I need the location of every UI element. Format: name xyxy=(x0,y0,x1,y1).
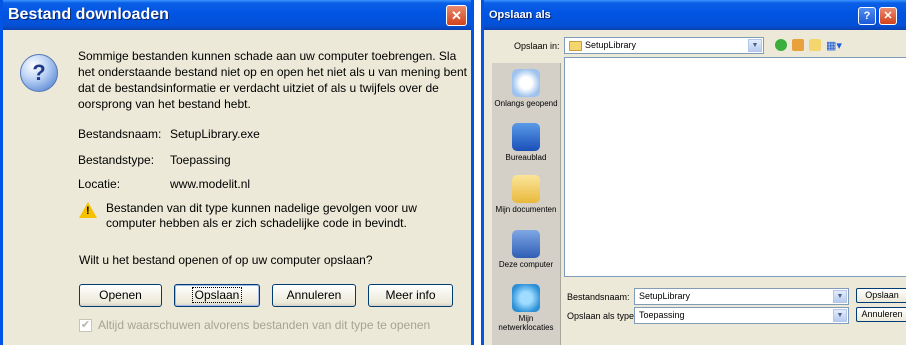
more-info-button[interactable]: Meer info xyxy=(368,284,453,307)
more-info-button-label: Meer info xyxy=(385,288,436,302)
place-desktop-label: Bureaublad xyxy=(505,153,547,162)
always-warn-checkbox[interactable]: ✔ xyxy=(79,319,92,332)
cancel-button[interactable]: Annuleren xyxy=(856,307,906,322)
place-recent[interactable]: Onlangs geopend xyxy=(492,69,560,108)
cancel-button-label: Annuleren xyxy=(286,288,342,302)
save-button-label: Opslaan xyxy=(191,287,243,303)
location-value: www.modelit.nl xyxy=(170,177,251,191)
filetype-label: Opslaan als type: xyxy=(567,311,637,321)
save-in-dropdown[interactable]: SetupLibrary ▼ xyxy=(564,37,764,54)
filetype-label: Bestandstype: xyxy=(78,153,155,167)
security-message: Sommige bestanden kunnen schade aan uw c… xyxy=(78,49,467,111)
network-icon xyxy=(512,284,540,312)
places-bar: Onlangs geopend Bureaublad Mijn document… xyxy=(492,63,561,345)
save-button[interactable]: Opslaan xyxy=(856,288,906,303)
place-documents-label: Mijn documenten xyxy=(495,205,557,214)
back-icon[interactable] xyxy=(775,39,787,51)
download-dialog-titlebar[interactable]: Bestand downloaden ✕ xyxy=(3,0,471,30)
filename-label: Bestandsnaam: xyxy=(567,292,630,302)
filetype-dropdown[interactable]: Toepassing ▼ xyxy=(634,307,849,324)
cancel-button[interactable]: Annuleren xyxy=(272,284,356,307)
help-icon[interactable]: ? xyxy=(858,7,876,25)
location-label: Locatie: xyxy=(78,177,121,191)
open-button-label: Openen xyxy=(99,288,142,302)
filetype-value: Toepassing xyxy=(170,153,231,167)
place-computer[interactable]: Deze computer xyxy=(492,230,560,269)
computer-icon xyxy=(512,230,540,258)
documents-icon xyxy=(512,175,540,203)
filename-input[interactable]: SetupLibrary ▼ xyxy=(634,288,849,305)
chevron-down-icon[interactable]: ▼ xyxy=(833,309,847,322)
place-computer-label: Deze computer xyxy=(498,260,554,269)
place-recent-label: Onlangs geopend xyxy=(494,99,558,108)
close-icon[interactable]: ✕ xyxy=(446,5,467,26)
close-icon[interactable]: ✕ xyxy=(879,7,897,25)
save-in-value: SetupLibrary xyxy=(585,40,637,50)
warning-message: Bestanden van dit type kunnen nadelige g… xyxy=(106,201,417,230)
file-list[interactable] xyxy=(564,57,906,277)
place-desktop[interactable]: Bureaublad xyxy=(492,123,560,162)
always-warn-label: Altijd waarschuwen alvorens bestanden va… xyxy=(98,318,431,332)
save-in-label: Opslaan in: xyxy=(514,41,560,51)
download-dialog: Bestand downloaden ✕ ? Sommige bestanden… xyxy=(0,0,474,345)
recent-icon xyxy=(512,69,540,97)
save-button[interactable]: Opslaan xyxy=(174,284,260,307)
open-or-save-question: Wilt u het bestand openen of op uw compu… xyxy=(79,253,373,267)
warning-icon-mark: ! xyxy=(86,205,90,217)
desktop-icon xyxy=(512,123,540,151)
place-network[interactable]: Mijn netwerklocaties xyxy=(492,284,560,332)
save-as-titlebar[interactable]: Opslaan als ? ✕ xyxy=(484,0,906,30)
place-network-label: Mijn netwerklocaties xyxy=(498,314,554,332)
filename-label: Bestandsnaam: xyxy=(78,127,162,141)
filename-input-value: SetupLibrary xyxy=(639,291,691,301)
folder-icon xyxy=(569,40,582,51)
open-button[interactable]: Openen xyxy=(79,284,162,307)
place-documents[interactable]: Mijn documenten xyxy=(492,175,560,214)
filetype-dropdown-value: Toepassing xyxy=(639,310,685,320)
download-dialog-title: Bestand downloaden xyxy=(8,6,169,23)
new-folder-icon[interactable] xyxy=(809,39,821,51)
save-as-title: Opslaan als xyxy=(489,9,551,21)
save-as-dialog: Opslaan als ? ✕ Opslaan in: SetupLibrary… xyxy=(481,0,906,345)
chevron-down-icon[interactable]: ▼ xyxy=(833,290,847,303)
up-folder-icon[interactable] xyxy=(792,39,804,51)
views-menu-icon[interactable]: ▦▾ xyxy=(826,39,842,52)
chevron-down-icon[interactable]: ▼ xyxy=(748,39,762,52)
filename-value: SetupLibrary.exe xyxy=(170,127,260,141)
question-icon: ? xyxy=(20,54,58,92)
